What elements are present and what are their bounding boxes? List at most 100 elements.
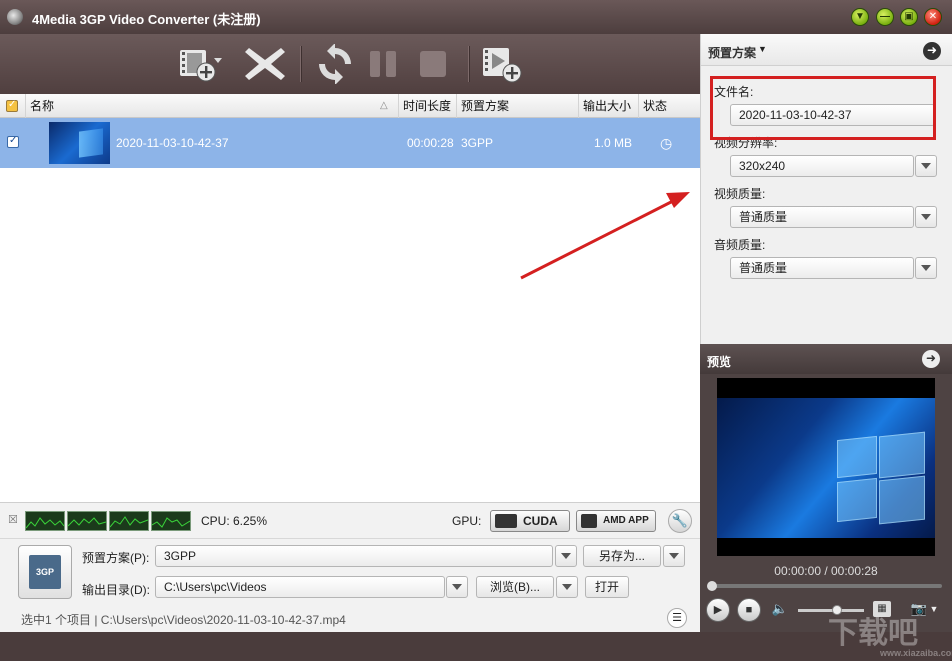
minimize-button[interactable]: — — [876, 8, 894, 26]
output-dir-label: 输出目录(D): — [82, 583, 150, 597]
seek-bar[interactable] — [707, 581, 942, 591]
browse-dropdown-button[interactable] — [556, 576, 578, 598]
wrench-icon: 🔧 — [671, 513, 689, 528]
cpu-graph — [67, 511, 107, 531]
maximize-button[interactable]: ▣ — [900, 8, 918, 26]
preview-title: 预览 — [707, 355, 732, 369]
save-as-dropdown-button[interactable] — [663, 545, 685, 567]
preview-header: 预览 ➜ — [700, 344, 952, 374]
cpu-graph — [151, 511, 191, 531]
status-text: 选中1 个项目 | C:\Users\pc\Videos\2020-11-03-… — [21, 613, 346, 627]
remove-icon — [245, 48, 285, 80]
audio-quality-select[interactable]: 普通质量 — [730, 257, 914, 279]
video-thumbnail — [49, 122, 110, 164]
stop-icon: ■ — [745, 604, 753, 616]
cpu-usage-label: CPU: 6.25% — [201, 514, 268, 528]
profile-select[interactable]: 3GPP — [155, 545, 553, 567]
row-profile[interactable]: 3GPP — [461, 118, 493, 168]
preview-image — [717, 398, 935, 538]
add-output-profile-button[interactable] — [481, 44, 525, 84]
amd-icon — [581, 514, 597, 528]
preset-panel-header[interactable]: 预置方案 ▼ ➜ — [701, 34, 952, 66]
cpu-graph — [109, 511, 149, 531]
stop-icon — [420, 51, 446, 77]
refresh-icon — [319, 43, 351, 85]
profile-dropdown-button[interactable] — [555, 545, 577, 567]
output-options: 3GP 预置方案(P): 3GPP 另存为... 输出目录(D): C:\Use… — [0, 538, 700, 632]
file-list: 名称 △ 时间长度 预置方案 输出大小 状态 2020-11-03-10-42-… — [0, 94, 700, 502]
save-as-button[interactable]: 另存为... — [583, 545, 661, 567]
cuda-label: CUDA — [523, 514, 558, 528]
file-list-header: 名称 △ 时间长度 预置方案 输出大小 状态 — [0, 94, 700, 118]
video-quality-dropdown-button[interactable] — [915, 206, 937, 228]
pause-button[interactable] — [362, 44, 406, 84]
row-size: 1.0 MB — [594, 136, 633, 150]
log-list-button[interactable]: ☰ — [667, 608, 687, 628]
highlight-box — [710, 76, 936, 140]
browse-button[interactable]: 浏览(B)... — [476, 576, 554, 598]
app-logo-icon — [7, 9, 23, 25]
column-status[interactable]: 状态 — [638, 94, 700, 118]
chevron-down-icon: ▼ — [758, 44, 767, 54]
output-dir-input[interactable]: C:\Users\pc\Videos — [155, 576, 445, 598]
preview-screen — [717, 378, 935, 556]
chevron-down-icon: ▼ — [855, 11, 865, 22]
amd-app-button[interactable]: AMD APP — [576, 510, 656, 532]
cuda-button[interactable]: CUDA — [490, 510, 570, 532]
cpu-gpu-bar: ☒ CPU: 6.25% GPU: CUDA AMD APP 🔧 — [0, 502, 700, 538]
resolution-select[interactable]: 320x240 — [730, 155, 914, 177]
stop-preview-button[interactable]: ■ — [737, 598, 761, 622]
play-button[interactable]: ▶ — [706, 598, 730, 622]
video-quality-label: 视频质量: — [714, 187, 766, 201]
cpu-graph — [25, 511, 65, 531]
clock-icon: ◷ — [660, 135, 673, 151]
arrow-right-icon[interactable]: ➜ — [923, 42, 941, 60]
column-profile[interactable]: 预置方案 — [456, 94, 578, 118]
watermark-text: 下载吧 — [828, 617, 918, 650]
sort-ascending-icon: △ — [380, 100, 388, 111]
audio-quality-dropdown-button[interactable] — [915, 257, 937, 279]
select-all-checkbox[interactable] — [6, 99, 18, 112]
profile-format-icon[interactable]: 3GP — [18, 545, 72, 599]
close-button[interactable]: ✕ — [924, 8, 942, 26]
window-title: 4Media 3GP Video Converter (未注册) — [32, 12, 261, 27]
gpu-label: GPU: — [452, 514, 482, 528]
list-icon: ☰ — [672, 612, 682, 624]
toolbar-separator — [300, 46, 301, 82]
column-size[interactable]: 输出大小 — [578, 94, 638, 118]
volume-icon[interactable]: 🔈 — [771, 601, 789, 617]
add-video-icon — [180, 50, 222, 82]
remove-button[interactable] — [243, 44, 287, 84]
seek-handle[interactable] — [707, 581, 717, 591]
row-duration: 00:00:28 — [407, 136, 454, 150]
amd-label: AMD APP — [603, 515, 649, 526]
stop-button[interactable] — [410, 44, 454, 84]
video-quality-select[interactable]: 普通质量 — [730, 206, 914, 228]
watermark: 下载吧 www.xiazaiba.com — [828, 608, 952, 658]
preview-timecode: 00:00:00 / 00:00:28 — [774, 564, 878, 578]
nvidia-icon — [495, 514, 517, 528]
settings-wrench-button[interactable]: 🔧 — [668, 509, 692, 533]
dropdown-menu-button[interactable]: ▼ — [851, 8, 869, 26]
row-checkbox[interactable] — [7, 135, 19, 148]
status-bar — [0, 632, 952, 661]
output-dir-dropdown-button[interactable] — [446, 576, 468, 598]
table-row[interactable]: 2020-11-03-10-42-37 00:00:28 3GPP 1.0 MB… — [0, 118, 700, 168]
column-name[interactable]: 名称 — [25, 94, 398, 118]
open-button[interactable]: 打开 — [585, 576, 629, 598]
profile-label: 预置方案(P): — [82, 551, 150, 565]
audio-quality-label: 音频质量: — [714, 238, 766, 252]
resolution-dropdown-button[interactable] — [915, 155, 937, 177]
column-duration[interactable]: 时间长度 — [398, 94, 456, 118]
main-toolbar — [0, 34, 700, 94]
play-icon: ▶ — [713, 604, 723, 616]
convert-button[interactable] — [313, 43, 357, 85]
watermark-url: www.xiazaiba.com — [880, 648, 952, 658]
maximize-icon: ▣ — [904, 11, 914, 22]
add-video-button[interactable] — [178, 44, 222, 84]
film-icon: 3GP — [29, 555, 61, 589]
close-monitor-icon[interactable]: ☒ — [8, 513, 18, 526]
preview-panel: 预览 ➜ 00:00:00 / 00:00:28 ▶ ■ 🔈 ▦ 📷 ▼ — [700, 344, 952, 632]
toolbar-separator — [468, 46, 469, 82]
arrow-right-icon[interactable]: ➜ — [922, 350, 940, 368]
